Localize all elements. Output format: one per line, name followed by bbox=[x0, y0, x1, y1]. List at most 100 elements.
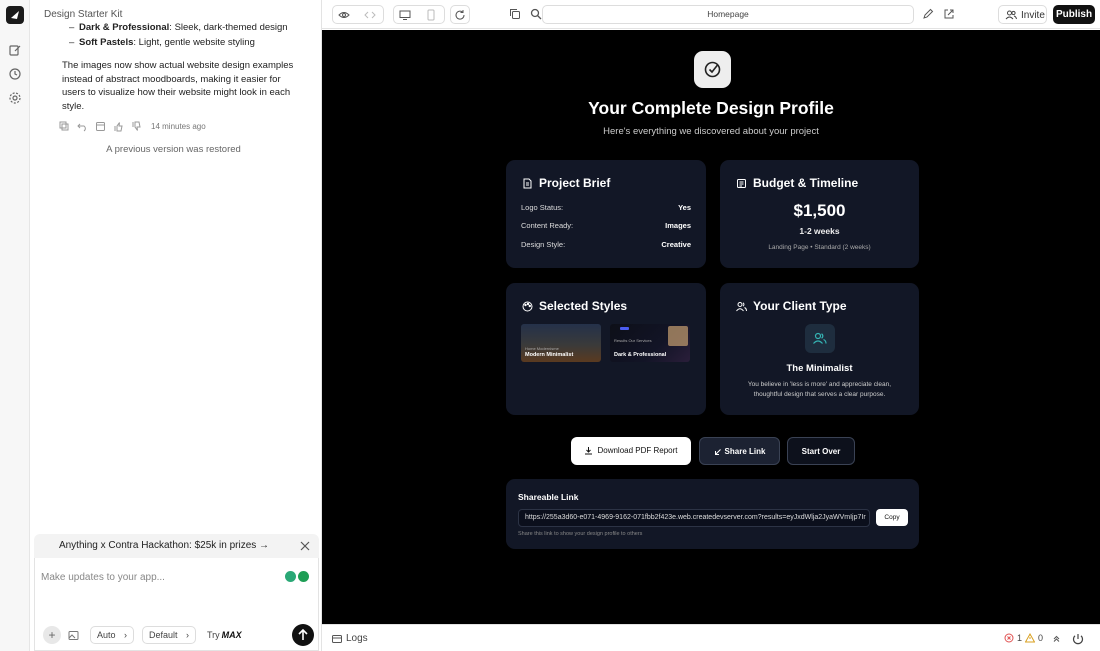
try-max-link[interactable]: Try MAX bbox=[207, 630, 242, 640]
power-icon bbox=[1072, 634, 1084, 645]
users-icon bbox=[1005, 9, 1017, 21]
eye-icon[interactable] bbox=[338, 9, 350, 21]
power-button[interactable] bbox=[1070, 631, 1086, 647]
terminal-icon bbox=[332, 634, 342, 644]
bottom-bar: Logs 1 0 bbox=[322, 624, 1100, 651]
promo-text[interactable]: Anything x Contra Hackathon: $25k in pri… bbox=[34, 540, 294, 551]
settings-icon[interactable] bbox=[8, 91, 22, 105]
row-label: Content Ready: bbox=[521, 221, 574, 230]
copy-icon[interactable] bbox=[509, 8, 521, 20]
thumb-accent bbox=[620, 327, 629, 330]
list-item-bold: Soft Pastels bbox=[79, 37, 134, 48]
selected-styles-card: Selected Styles Home Modernisme Modern M… bbox=[506, 283, 706, 415]
device-toggle bbox=[393, 5, 445, 24]
assistant-message: The images now show actual website desig… bbox=[62, 60, 294, 112]
mode-auto-select[interactable]: Auto › bbox=[90, 626, 135, 644]
history-icon[interactable] bbox=[8, 67, 22, 81]
try-label: Try bbox=[207, 630, 220, 640]
document-icon bbox=[522, 178, 533, 189]
list-item: Soft Pastels: Light, gentle website styl… bbox=[69, 35, 288, 50]
start-over-button[interactable]: Start Over bbox=[787, 437, 855, 465]
thumb-caption: Results Our Services bbox=[614, 338, 652, 343]
message-input[interactable]: Make updates to your app... bbox=[41, 572, 165, 583]
lightbulb-icon[interactable] bbox=[285, 571, 296, 582]
style-label: Dark & Professional bbox=[614, 352, 667, 358]
restored-notice: A previous version was restored bbox=[106, 144, 241, 155]
card-title: Project Brief bbox=[539, 176, 611, 190]
thumbs-up-icon[interactable] bbox=[113, 121, 124, 132]
app-logo[interactable] bbox=[6, 6, 24, 24]
share-label: Share Link bbox=[724, 447, 766, 456]
download-icon bbox=[584, 446, 593, 455]
promo-banner[interactable]: Anything x Contra Hackathon: $25k in pri… bbox=[34, 534, 319, 558]
client-type-description: You believe in 'less is more' and apprec… bbox=[747, 381, 892, 398]
undo-icon[interactable] bbox=[77, 121, 88, 132]
issues-indicator[interactable]: 1 0 bbox=[1004, 633, 1061, 643]
share-hint: Share this link to show your design prof… bbox=[518, 531, 643, 537]
page-subtitle: Here's everything we discovered about yo… bbox=[603, 126, 819, 137]
share-url-field[interactable]: https://255a3d60-e071-4969-9162-071fbb2f… bbox=[518, 509, 870, 527]
card-header: Selected Styles bbox=[522, 299, 627, 313]
message-timestamp: 14 minutes ago bbox=[151, 122, 206, 131]
chevron-right-icon: › bbox=[124, 630, 128, 640]
style-thumbnail[interactable]: Results Our Services Dark & Professional bbox=[610, 324, 690, 362]
card-header: Budget & Timeline bbox=[736, 176, 858, 190]
invite-label: Invite bbox=[1021, 10, 1045, 21]
pencil-icon[interactable] bbox=[922, 8, 934, 20]
logs-label: Logs bbox=[346, 633, 368, 644]
project-title: Design Starter Kit bbox=[44, 9, 123, 20]
logs-toggle[interactable]: Logs bbox=[332, 633, 368, 644]
share-title: Shareable Link bbox=[518, 492, 579, 502]
card-title: Your Client Type bbox=[753, 299, 847, 313]
mode-default-select[interactable]: Default › bbox=[142, 626, 197, 644]
edit-icon[interactable] bbox=[8, 43, 22, 57]
row-value: Images bbox=[665, 221, 691, 230]
invite-button[interactable]: Invite bbox=[998, 5, 1047, 24]
row-value: Yes bbox=[678, 203, 691, 212]
bookmark-icon[interactable] bbox=[95, 121, 106, 132]
style-thumbnail[interactable]: Home Modernisme Modern Minimalist bbox=[521, 324, 601, 362]
mobile-icon[interactable] bbox=[425, 9, 437, 21]
top-toolbar: Homepage Invite Publish bbox=[322, 0, 1100, 29]
users-icon bbox=[736, 301, 747, 312]
max-brand: MAX bbox=[221, 630, 242, 640]
page-title: Your Complete Design Profile bbox=[588, 98, 834, 118]
chevron-up-icon bbox=[1052, 634, 1061, 643]
share-link-button[interactable]: Share Link bbox=[699, 437, 780, 465]
view-toggle bbox=[332, 5, 384, 24]
desktop-icon[interactable] bbox=[399, 9, 411, 21]
url-bar[interactable]: Homepage bbox=[542, 5, 914, 24]
message-actions: 14 minutes ago bbox=[59, 121, 206, 132]
search-icon[interactable] bbox=[530, 8, 542, 20]
error-icon bbox=[1004, 633, 1014, 643]
thumbs-down-icon[interactable] bbox=[131, 121, 142, 132]
check-badge bbox=[694, 51, 731, 88]
publish-button[interactable]: Publish bbox=[1053, 5, 1095, 24]
thumb-photo bbox=[668, 326, 688, 346]
refresh-icon bbox=[454, 9, 466, 21]
list-item: Dark & Professional: Sleek, dark-themed … bbox=[69, 20, 288, 35]
list-item-bold: Dark & Professional bbox=[79, 22, 170, 33]
send-button[interactable] bbox=[292, 624, 314, 646]
check-circle-icon bbox=[704, 61, 721, 78]
download-label: Download PDF Report bbox=[597, 446, 678, 455]
download-pdf-button[interactable]: Download PDF Report bbox=[571, 437, 691, 465]
card-title: Budget & Timeline bbox=[753, 176, 859, 190]
list-item-text: : Light, gentle website styling bbox=[133, 37, 255, 48]
warning-count: 0 bbox=[1038, 633, 1044, 643]
add-button[interactable]: + bbox=[43, 626, 61, 644]
copy-icon[interactable] bbox=[59, 121, 70, 132]
client-type-card: Your Client Type The Minimalist You beli… bbox=[720, 283, 919, 415]
close-icon[interactable] bbox=[300, 541, 310, 551]
copy-button[interactable]: Copy bbox=[876, 509, 908, 526]
refresh-button[interactable] bbox=[450, 5, 470, 24]
composer: Make updates to your app... + Auto › Def… bbox=[34, 558, 319, 651]
row-label: Design Style: bbox=[521, 240, 566, 249]
code-icon[interactable] bbox=[364, 9, 376, 21]
budget-plan: Landing Page • Standard (2 weeks) bbox=[768, 244, 871, 251]
external-link-icon[interactable] bbox=[943, 8, 955, 20]
image-upload-icon[interactable] bbox=[68, 630, 79, 641]
app-preview: Your Complete Design Profile Here's ever… bbox=[322, 30, 1100, 624]
budget-timeline: 1-2 weeks bbox=[799, 226, 840, 236]
grammarly-icon[interactable] bbox=[298, 571, 309, 582]
